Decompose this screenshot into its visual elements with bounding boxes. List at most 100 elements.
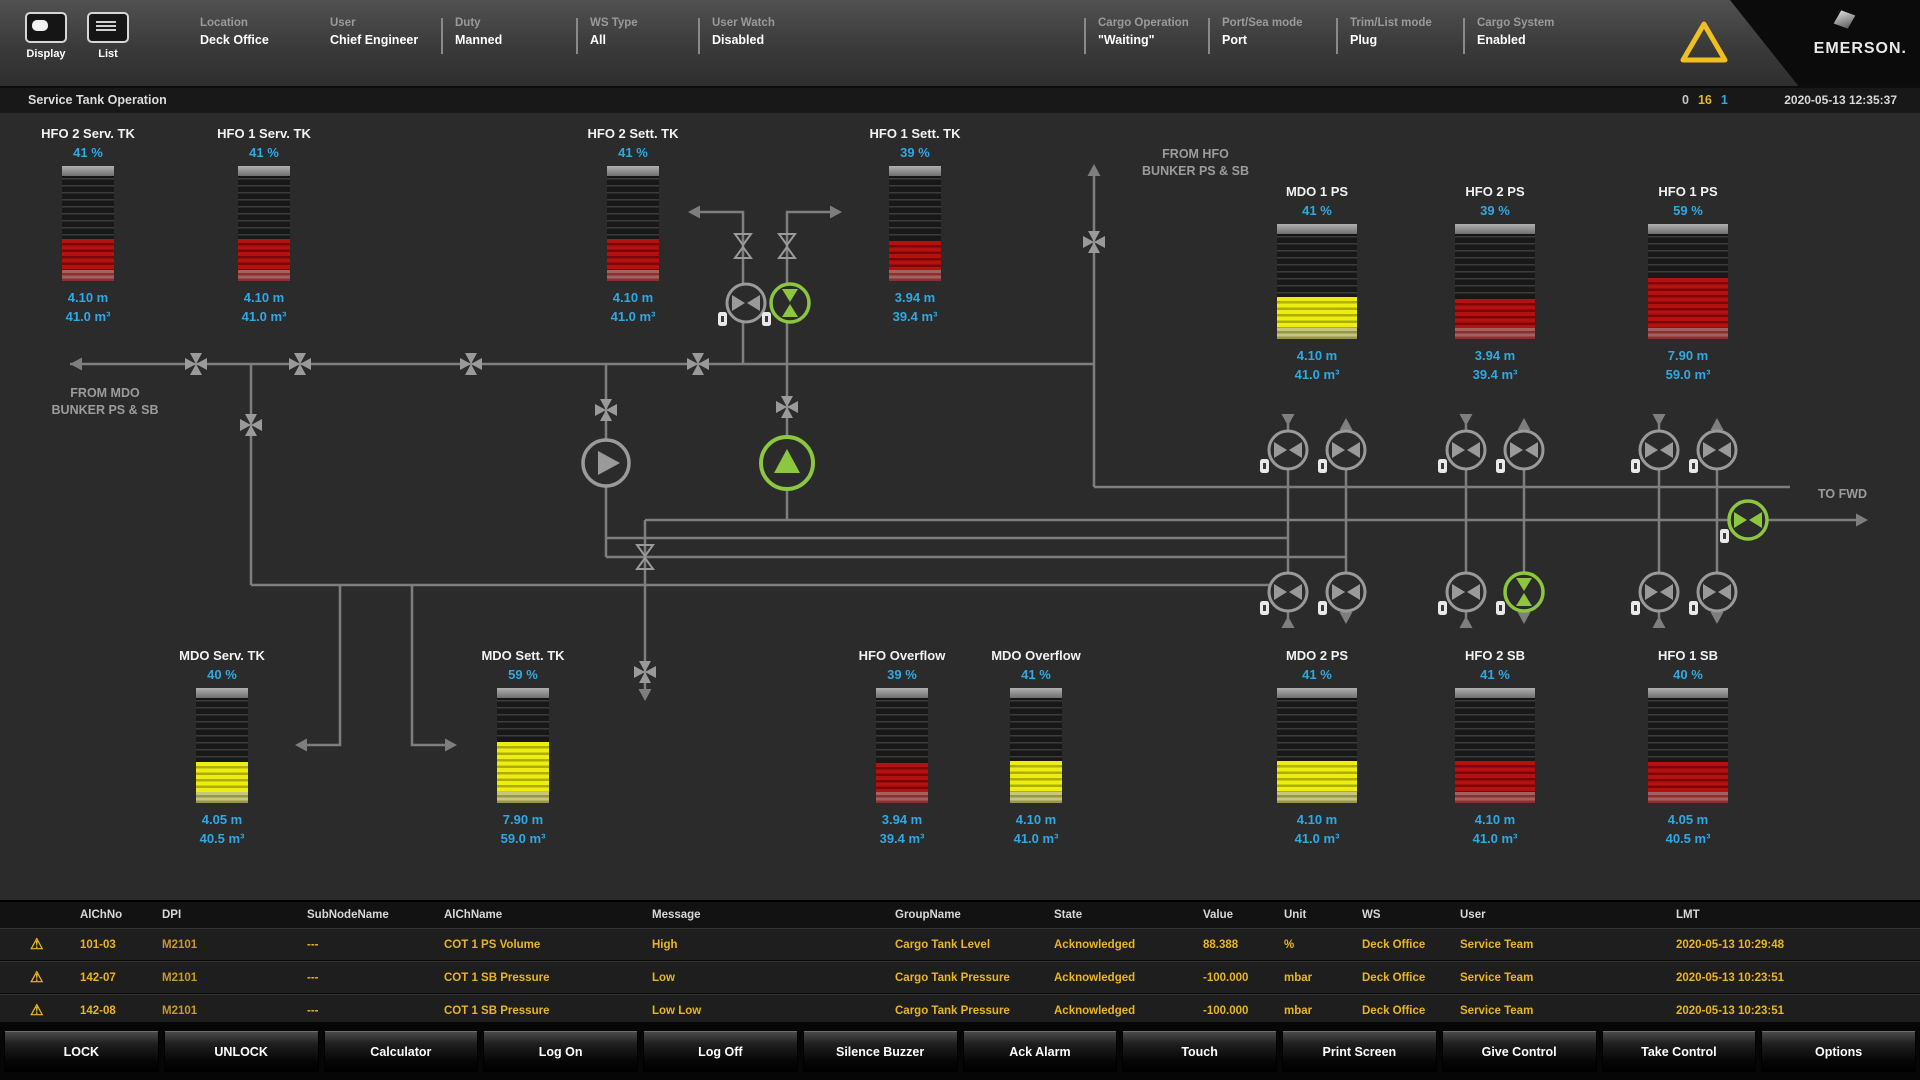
manual-valve-icon[interactable] (240, 414, 262, 436)
motor-valve-closed[interactable] (1260, 431, 1307, 473)
tank-gauge-fill (1277, 761, 1357, 803)
manual-valve-icon[interactable] (595, 399, 617, 421)
tank-mdo-serv-tk[interactable]: MDO Serv. TK 40 % 4.05 m 40.5 m³ (147, 648, 297, 846)
manual-valve-icon[interactable] (1083, 231, 1105, 253)
give-control-button[interactable]: Give Control (1442, 1031, 1597, 1072)
motor-valve-in-transit[interactable] (1496, 573, 1543, 615)
column-header-user[interactable]: User (1460, 909, 1676, 921)
tank-gauge-empty (876, 700, 928, 803)
alarm-cell-value: -100.000 (1203, 972, 1284, 984)
tank-hfo-overflow[interactable]: HFO Overflow 39 % 3.94 m 39.4 m³ (827, 648, 977, 846)
column-header-dpi[interactable]: DPI (162, 909, 307, 921)
ack-alarm-button[interactable]: Ack Alarm (963, 1031, 1118, 1072)
tank-gauge-cap (62, 166, 114, 176)
tank-name: HFO Overflow (827, 648, 977, 663)
tank-gauge-cap (876, 688, 928, 698)
tank-mdo-2-ps[interactable]: MDO 2 PS 41 % 4.10 m 41.0 m³ (1242, 648, 1392, 846)
manual-valve-icon[interactable] (460, 353, 482, 375)
tank-hfo-2-sett-tk[interactable]: HFO 2 Sett. TK 41 % 4.10 m 41.0 m³ (558, 126, 708, 324)
tank-percent: 39 % (1420, 203, 1570, 218)
manual-valve-icon[interactable] (289, 353, 311, 375)
motor-valve-closed[interactable] (1631, 573, 1678, 615)
scada-screen: { "header": { "buttons": [ {"label": "Di… (0, 0, 1920, 1080)
tank-hfo-1-sett-tk[interactable]: HFO 1 Sett. TK 39 % 3.94 m 39.4 m³ (840, 126, 990, 324)
status-field-value: Disabled (712, 33, 775, 47)
tank-percent: 40 % (147, 667, 297, 682)
tank-hfo-2-ps[interactable]: HFO 2 PS 39 % 3.94 m 39.4 m³ (1420, 184, 1570, 382)
column-header-value[interactable]: Value (1203, 909, 1284, 921)
unlock-button[interactable]: UNLOCK (164, 1031, 319, 1072)
tank-hfo-1-ps[interactable]: HFO 1 PS 59 % 7.90 m 59.0 m³ (1613, 184, 1763, 382)
column-header-alchno[interactable]: AlChNo (80, 909, 162, 921)
flow-arrow-up-icon (1088, 164, 1101, 176)
tank-hfo-2-serv-tk[interactable]: HFO 2 Serv. TK 41 % 4.10 m 41.0 m³ (13, 126, 163, 324)
pipe-line (298, 585, 340, 745)
motor-valve-closed[interactable] (1438, 573, 1485, 615)
tank-volume-m3: 40.5 m³ (147, 831, 297, 846)
motor-valve-closed[interactable] (1318, 431, 1365, 473)
column-header-alchname[interactable]: AlChName (444, 909, 652, 921)
motor-valve-closed[interactable] (1496, 431, 1543, 473)
tank-name: MDO Serv. TK (147, 648, 297, 663)
alarm-table-header: AlChNoDPISubNodeNameAlChNameMessageGroup… (0, 902, 1920, 928)
motor-valve-closed[interactable] (1318, 573, 1365, 615)
list-icon (87, 12, 129, 43)
motor-valve-closed[interactable] (1260, 573, 1307, 615)
valve-actuator-slot (1321, 463, 1324, 469)
log-off-button[interactable]: Log Off (643, 1031, 798, 1072)
motor-valve-closed[interactable] (1689, 431, 1736, 473)
tank-hfo-1-sb[interactable]: HFO 1 SB 40 % 4.05 m 40.5 m³ (1613, 648, 1763, 846)
pump-running[interactable] (761, 437, 813, 489)
tank-percent: 41 % (189, 145, 339, 160)
flow-arrow-up-icon (1518, 418, 1531, 430)
manual-valve-icon[interactable] (687, 353, 709, 375)
print-screen-button[interactable]: Print Screen (1282, 1031, 1437, 1072)
tank-name: MDO Overflow (961, 648, 1111, 663)
column-header-message[interactable]: Message (652, 909, 895, 921)
manual-valve-icon[interactable] (185, 353, 207, 375)
calculator-button[interactable]: Calculator (324, 1031, 479, 1072)
motor-valve-in-transit[interactable] (762, 284, 809, 326)
alarm-row[interactable]: ⚠101-03M2101---COT 1 PS VolumeHighCargo … (0, 928, 1920, 961)
tank-mdo-overflow[interactable]: MDO Overflow 41 % 4.10 m 41.0 m³ (961, 648, 1111, 846)
tank-hfo-2-sb[interactable]: HFO 2 SB 41 % 4.10 m 41.0 m³ (1420, 648, 1570, 846)
silence-buzzer-button[interactable]: Silence Buzzer (803, 1031, 958, 1072)
tank-mdo-sett-tk[interactable]: MDO Sett. TK 59 % 7.90 m 59.0 m³ (448, 648, 598, 846)
touch-button[interactable]: Touch (1122, 1031, 1277, 1072)
column-header-lmt[interactable]: LMT (1676, 909, 1920, 921)
tank-level-m: 3.94 m (1420, 348, 1570, 363)
flow-arrow-down-icon (1460, 414, 1473, 426)
tank-volume-m3: 41.0 m³ (189, 309, 339, 324)
tank-hfo-1-serv-tk[interactable]: HFO 1 Serv. TK 41 % 4.10 m 41.0 m³ (189, 126, 339, 324)
motor-valve-closed[interactable] (1689, 573, 1736, 615)
motor-valve-closed[interactable] (1438, 431, 1485, 473)
tank-mdo-1-ps[interactable]: MDO 1 PS 41 % 4.10 m 41.0 m³ (1242, 184, 1392, 382)
manual-valve-icon[interactable] (776, 396, 798, 418)
column-header-groupname[interactable]: GroupName (895, 909, 1054, 921)
motor-valve-open[interactable] (1720, 501, 1767, 543)
take-control-button[interactable]: Take Control (1602, 1031, 1757, 1072)
motor-valve-closed[interactable] (1631, 431, 1678, 473)
pipe-label-from-hfo: FROM HFO BUNKER PS & SB (1118, 146, 1273, 180)
tank-gauge-cap (1455, 224, 1535, 234)
alarm-cell-value: 88.388 (1203, 939, 1284, 951)
column-header-state[interactable]: State (1054, 909, 1203, 921)
display-button[interactable]: Display (18, 12, 74, 60)
tank-level-m: 4.05 m (147, 812, 297, 827)
alarm-row[interactable]: ⚠142-07M2101---COT 1 SB PressureLowCargo… (0, 961, 1920, 994)
lock-button[interactable]: LOCK (4, 1031, 159, 1072)
manual-valve-icon[interactable] (634, 661, 656, 683)
tank-gauge-empty (889, 178, 941, 281)
options-button[interactable]: Options (1761, 1031, 1916, 1072)
alarm-cell-value: -100.000 (1203, 1005, 1284, 1017)
alarm-cell-user: Service Team (1460, 972, 1676, 984)
column-header-subnodename[interactable]: SubNodeName (307, 909, 444, 921)
log-on-button[interactable]: Log On (483, 1031, 638, 1072)
status-field-location: Location Deck Office (200, 17, 269, 47)
alarm-warning-indicator[interactable] (1678, 18, 1730, 66)
pump-stopped[interactable] (583, 440, 629, 486)
column-header-ws[interactable]: WS (1362, 909, 1460, 921)
motor-valve-closed[interactable] (718, 284, 765, 326)
column-header-unit[interactable]: Unit (1284, 909, 1362, 921)
list-button[interactable]: List (80, 12, 136, 60)
